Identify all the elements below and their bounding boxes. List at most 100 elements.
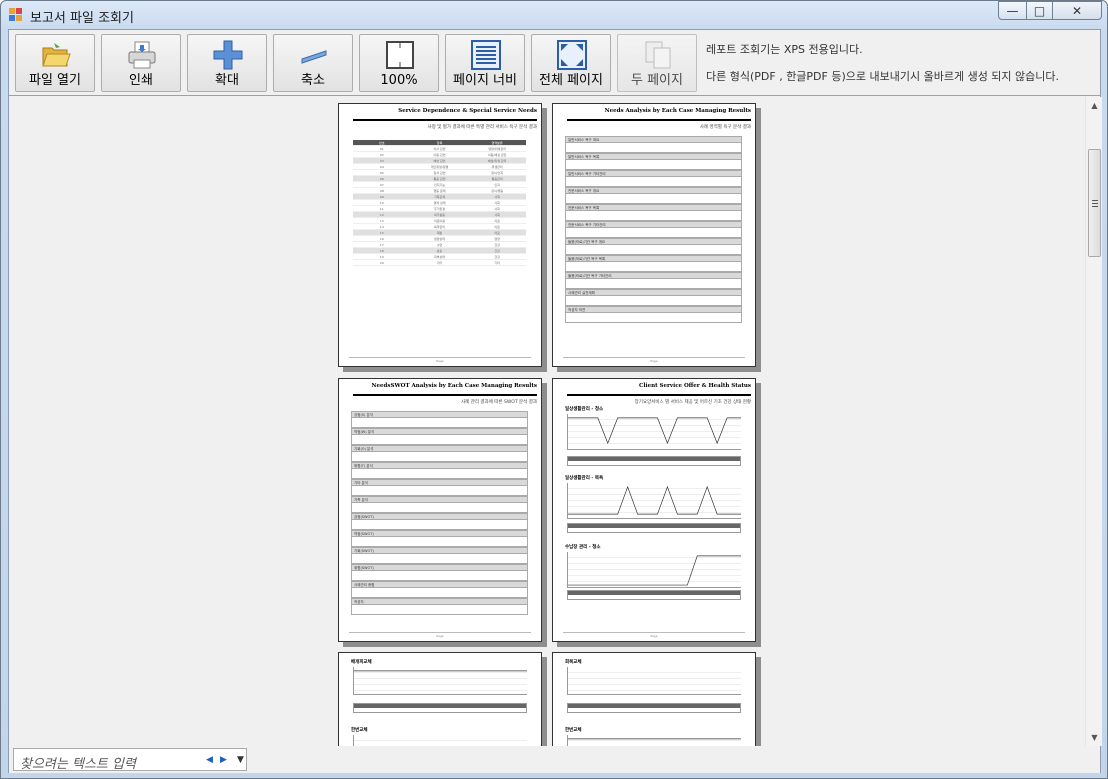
table-cell: 12 bbox=[379, 213, 384, 217]
xps-notice-line1: 레포트 조회기는 XPS 전용입니다. bbox=[706, 43, 863, 56]
find-box[interactable]: 찾으려는 텍스트 입력 ◀ ▶ ▼ bbox=[13, 748, 247, 772]
whole-page-icon bbox=[557, 40, 587, 70]
service-chart-table bbox=[567, 456, 741, 466]
open-file-button[interactable]: 파일 열기 bbox=[15, 34, 95, 92]
scroll-down-arrow[interactable]: ▼ bbox=[1086, 729, 1103, 746]
form-field-box bbox=[565, 296, 742, 306]
close-button[interactable]: ✕ bbox=[1052, 1, 1102, 20]
table-cell: 영양상태 bbox=[433, 237, 446, 241]
table-cell: 수면 bbox=[436, 243, 443, 247]
actual-size-icon bbox=[386, 41, 414, 69]
table-cell: 행동 문제 bbox=[433, 189, 446, 193]
form-field-box bbox=[565, 245, 742, 255]
actual-size-button[interactable]: 100% bbox=[359, 34, 439, 92]
table-cell: 가족관계 bbox=[433, 195, 446, 199]
table-cell: 의료 bbox=[494, 225, 500, 229]
form-field-box bbox=[565, 228, 742, 238]
find-input[interactable]: 찾으려는 텍스트 입력 bbox=[20, 753, 136, 772]
page-title: Needs Analysis by Each Case Managing Res… bbox=[604, 108, 751, 114]
table-cell: 위생관리 bbox=[491, 165, 503, 169]
two-pages-label: 두 페이지 bbox=[631, 73, 683, 88]
form-field-label: 일반서비스 욕구 목록 bbox=[565, 153, 742, 160]
page-subtitle: 사정 및 평가 결과에 따른 특별 관리 서비스 욕구 분석 결과 bbox=[427, 125, 537, 130]
form-field-label: 전문서비스 욕구 개요 bbox=[565, 187, 742, 194]
needs-form: 일반서비스 욕구 개요 일반서비스 욕구 목록 일반서비스 욕구 기타관리 전문서비스… bbox=[565, 136, 742, 323]
zoom-in-button[interactable]: 확대 bbox=[187, 34, 267, 92]
form-field-box bbox=[565, 262, 742, 272]
find-prev-button[interactable]: ◀ bbox=[206, 755, 213, 765]
bath-chart-table bbox=[567, 523, 741, 533]
table-cell: 20 bbox=[379, 261, 384, 265]
recovery-chart-table bbox=[567, 703, 741, 713]
table-cell: 건강 bbox=[494, 249, 500, 253]
maximize-button[interactable]: □ bbox=[1026, 1, 1053, 20]
table-cell: 건강 bbox=[494, 243, 500, 247]
form-field-label: 가족 분석 bbox=[351, 496, 528, 503]
form-field-box bbox=[351, 537, 528, 547]
chart-section-title: 일상생활관리 - 청소 bbox=[565, 407, 604, 412]
form-field-box bbox=[351, 452, 528, 462]
scroll-thumb[interactable] bbox=[1088, 149, 1101, 257]
table-cell: 14 bbox=[379, 225, 384, 229]
find-bar: 찾으려는 텍스트 입력 ◀ ▶ ▼ bbox=[9, 746, 1100, 773]
table-cell: 의료 bbox=[494, 219, 500, 223]
form-field-label: 약점(SWOT) bbox=[351, 530, 528, 537]
table-cell: 사회 bbox=[494, 207, 500, 211]
form-field-label: 강점(S) 분석 bbox=[351, 411, 528, 418]
find-next-button[interactable]: ▶ bbox=[220, 755, 227, 765]
table-cell: 13 bbox=[379, 219, 384, 223]
page-subtitle: 사례 관리 결과에 따른 SWOT 분석 결과 bbox=[461, 400, 537, 405]
table-cell: 항목 bbox=[436, 141, 443, 145]
table-cell: 의료이용 bbox=[433, 219, 446, 223]
form-field-label: 돌봄(의료)기관 욕구 목록 bbox=[565, 255, 742, 262]
pillow-chart bbox=[353, 667, 527, 695]
report-page-1: Service Dependence & Special Service Nee… bbox=[338, 103, 542, 367]
page-title: NeedsSWOT Analysis by Each Case Managing… bbox=[371, 383, 537, 389]
minimize-button[interactable]: — bbox=[998, 1, 1027, 20]
form-field-box bbox=[565, 160, 742, 170]
form-field-box bbox=[351, 554, 528, 564]
table-cell: 번호 bbox=[379, 141, 385, 145]
table-cell: 정서/인지 bbox=[491, 171, 504, 175]
report-page-4: Client Service Offer & Health Status 장기요… bbox=[552, 378, 756, 642]
form-field-box bbox=[351, 486, 528, 496]
table-cell: 17 bbox=[379, 243, 384, 247]
title-rule bbox=[567, 119, 751, 121]
vertical-scrollbar[interactable]: ▲ ▼ bbox=[1085, 97, 1102, 746]
form-field-box bbox=[565, 313, 742, 323]
page-width-button[interactable]: 페이지 너비 bbox=[445, 34, 525, 92]
form-field-box bbox=[565, 177, 742, 187]
page-width-label: 페이지 너비 bbox=[453, 73, 517, 88]
table-cell: 의료 bbox=[494, 231, 500, 235]
whole-page-label: 전체 페이지 bbox=[539, 73, 603, 88]
chart-section-title: 수납장 관리 - 청소 bbox=[565, 545, 601, 550]
table-cell: 피부상태 bbox=[433, 255, 446, 259]
whole-page-button[interactable]: 전체 페이지 bbox=[531, 34, 611, 92]
form-field-label: 전문서비스 욕구 목록 bbox=[565, 204, 742, 211]
form-field-box bbox=[565, 211, 742, 221]
table-cell: 복약관리 bbox=[433, 225, 446, 229]
table-cell: 05 bbox=[379, 171, 384, 175]
scroll-up-arrow[interactable]: ▲ bbox=[1086, 97, 1103, 114]
chart-section-title: 일상생활관리 - 목욕 bbox=[565, 476, 604, 481]
table-cell: 18 bbox=[379, 249, 384, 253]
client-area: 파일 열기 인쇄 확대 축소 100% 페이지 너비 전체 페이지 두 페이지 … bbox=[8, 29, 1102, 773]
table-cell: 이동/배설 관련 bbox=[487, 153, 507, 157]
zoom-out-button[interactable]: 축소 bbox=[273, 34, 353, 92]
form-field-label: 기타 분석 bbox=[351, 479, 528, 486]
print-button[interactable]: 인쇄 bbox=[101, 34, 181, 92]
page-footer-rule bbox=[563, 632, 745, 633]
table-cell: 개인위생/청결 bbox=[430, 165, 449, 169]
report-page-2: Needs Analysis by Each Case Managing Res… bbox=[552, 103, 756, 367]
form-field-label: 위협(SWOT) bbox=[351, 564, 528, 571]
form-field-label: 전문서비스 욕구 기타관리 bbox=[565, 221, 742, 228]
title-rule bbox=[353, 119, 537, 121]
find-options-dropdown[interactable]: ▼ bbox=[237, 755, 244, 765]
title-bar[interactable]: 보고서 파일 조회기 — □ ✕ bbox=[1, 1, 1107, 29]
zoom-in-icon bbox=[213, 40, 243, 70]
table-cell: 배변 관련 bbox=[433, 159, 446, 163]
document-viewer[interactable]: Service Dependence & Special Service Nee… bbox=[9, 97, 1102, 762]
table-cell: 01 bbox=[379, 147, 384, 151]
two-pages-button[interactable]: 두 페이지 bbox=[617, 34, 697, 92]
form-field-box bbox=[351, 571, 528, 581]
